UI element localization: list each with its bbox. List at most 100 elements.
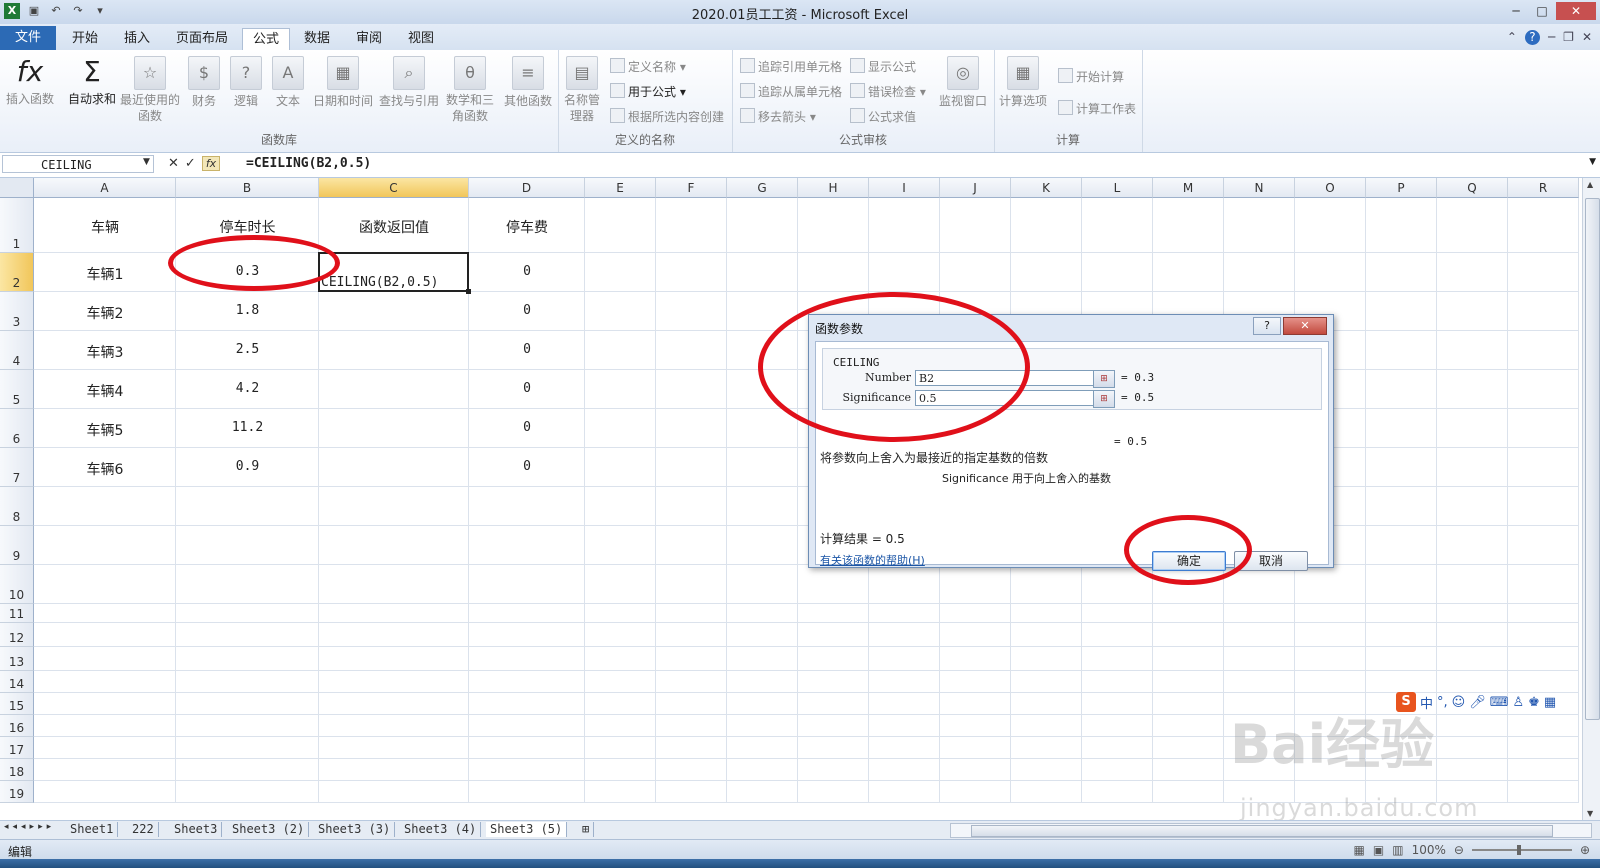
column-header[interactable]: M <box>1153 178 1224 198</box>
insert-function-fx-icon[interactable]: fx <box>201 156 221 171</box>
row-header[interactable]: 13 <box>0 647 34 671</box>
vehicle-cell[interactable]: 车辆2 <box>34 303 176 323</box>
sheet-tab[interactable]: 222 <box>128 822 159 837</box>
tab-formulas[interactable]: 公式 <box>242 28 290 51</box>
duration-cell[interactable]: 2.5 <box>176 342 319 357</box>
zoom-slider[interactable] <box>1471 845 1572 855</box>
header-cell[interactable]: 停车费 <box>469 217 585 237</box>
column-header[interactable]: G <box>727 178 798 198</box>
column-header[interactable]: B <box>176 178 319 198</box>
row-header[interactable]: 5 <box>0 370 34 409</box>
evaluate-formula-button[interactable]: 公式求值 <box>850 108 916 125</box>
vertical-scrollbar[interactable]: ▲ ▼ <box>1582 178 1600 820</box>
row-header[interactable]: 12 <box>0 623 34 647</box>
column-header[interactable]: A <box>34 178 176 198</box>
sheet-tab[interactable]: Sheet3 (4) <box>400 822 482 837</box>
row-header[interactable]: 18 <box>0 759 34 781</box>
row-header[interactable]: 16 <box>0 715 34 737</box>
remove-arrows-button[interactable]: 移去箭头 ▾ <box>740 108 816 125</box>
column-header[interactable]: D <box>469 178 585 198</box>
tab-review[interactable]: 审阅 <box>346 28 392 50</box>
header-cell[interactable]: 函数返回值 <box>319 217 469 237</box>
significance-input[interactable]: 0.5 <box>915 390 1109 406</box>
column-header[interactable]: K <box>1011 178 1082 198</box>
close-icon[interactable]: ✕ <box>1556 2 1596 20</box>
expand-formula-bar-icon[interactable]: ▼ <box>1589 157 1596 167</box>
dialog-help-icon[interactable]: ? <box>1253 317 1281 335</box>
skin-icon[interactable]: ♚ <box>1528 695 1540 710</box>
use-in-formula-button[interactable]: 用于公式 ▾ <box>610 83 686 100</box>
function-help-link[interactable]: 有关该函数的帮助(H) <box>820 552 925 568</box>
minimize-icon[interactable]: ─ <box>1504 2 1528 20</box>
tab-home[interactable]: 开始 <box>62 28 108 50</box>
row-header[interactable]: 19 <box>0 781 34 803</box>
financial-button[interactable]: $ 财务 <box>186 56 222 109</box>
watch-window-button[interactable]: ◎ 监视窗口 <box>936 56 990 109</box>
select-all-corner[interactable] <box>0 178 34 198</box>
calculation-options-button[interactable]: ▦ 计算选项 <box>998 56 1048 109</box>
sheet-tab[interactable]: Sheet3 (3) <box>314 822 396 837</box>
trace-precedents-button[interactable]: 追踪引用单元格 <box>740 58 842 75</box>
recently-used-button[interactable]: ☆ 最近使用的函数 <box>120 56 180 124</box>
zoom-out-icon[interactable]: ⊖ <box>1454 843 1464 857</box>
page-break-view-icon[interactable]: ▥ <box>1392 843 1403 857</box>
date-time-button[interactable]: ▦ 日期和时间 <box>310 56 376 109</box>
vertical-scroll-thumb[interactable] <box>1585 198 1600 720</box>
fee-cell[interactable]: 0 <box>469 264 585 279</box>
user-icon[interactable]: ♙ <box>1513 695 1525 710</box>
collapse-dialog-icon[interactable]: ⊞ <box>1093 390 1115 408</box>
column-header[interactable]: N <box>1224 178 1295 198</box>
duration-cell[interactable]: 11.2 <box>176 420 319 435</box>
row-header[interactable]: 9 <box>0 526 34 565</box>
column-header[interactable]: F <box>656 178 727 198</box>
duration-cell[interactable]: 0.9 <box>176 459 319 474</box>
collapse-dialog-icon[interactable]: ⊞ <box>1093 370 1115 388</box>
column-header[interactable]: R <box>1508 178 1579 198</box>
row-header[interactable]: 2 <box>0 253 34 292</box>
dialog-close-icon[interactable]: ✕ <box>1283 317 1327 335</box>
vehicle-cell[interactable]: 车辆6 <box>34 459 176 479</box>
calculate-now-button[interactable]: 开始计算 <box>1058 68 1124 85</box>
zoom-in-icon[interactable]: ⊕ <box>1580 843 1590 857</box>
punctuation-icon[interactable]: °, <box>1437 695 1448 710</box>
column-header[interactable]: L <box>1082 178 1153 198</box>
duration-cell[interactable]: 0.3 <box>176 264 319 279</box>
min-workbook-icon[interactable]: ─ <box>1548 30 1555 45</box>
column-header[interactable]: E <box>585 178 656 198</box>
row-header[interactable]: 1 <box>0 198 34 253</box>
scroll-down-icon[interactable]: ▼ <box>1587 809 1593 818</box>
restore-workbook-icon[interactable]: ❐ <box>1563 30 1574 45</box>
row-header[interactable]: 3 <box>0 292 34 331</box>
error-checking-button[interactable]: 错误检查 ▾ <box>850 83 926 100</box>
number-input[interactable]: B2 <box>915 370 1109 386</box>
fee-cell[interactable]: 0 <box>469 420 585 435</box>
sheet-tab[interactable]: Sheet3 (2) <box>228 822 310 837</box>
row-header[interactable]: 7 <box>0 448 34 487</box>
row-header[interactable]: 6 <box>0 409 34 448</box>
formula-input[interactable]: =CEILING(B2,0.5) <box>246 156 371 171</box>
fee-cell[interactable]: 0 <box>469 459 585 474</box>
zoom-level[interactable]: 100% <box>1412 843 1446 857</box>
page-layout-view-icon[interactable]: ▣ <box>1373 843 1384 857</box>
sheet-tab[interactable]: Sheet1 <box>66 822 119 837</box>
tab-insert[interactable]: 插入 <box>114 28 160 50</box>
name-manager-button[interactable]: ▤ 名称管理器 <box>562 56 602 124</box>
column-header[interactable]: O <box>1295 178 1366 198</box>
fee-cell[interactable]: 0 <box>469 303 585 318</box>
logical-button[interactable]: ? 逻辑 <box>228 56 264 109</box>
scroll-up-icon[interactable]: ▲ <box>1587 180 1593 189</box>
collapse-ribbon-icon[interactable]: ⌃ <box>1507 30 1517 45</box>
grid-menu-icon[interactable]: ▦ <box>1544 695 1556 710</box>
column-header[interactable]: P <box>1366 178 1437 198</box>
trace-dependents-button[interactable]: 追踪从属单元格 <box>740 83 842 100</box>
tab-view[interactable]: 视图 <box>398 28 444 50</box>
vehicle-cell[interactable]: 车辆4 <box>34 381 176 401</box>
keyboard-icon[interactable]: ⌨ <box>1490 695 1509 710</box>
row-header[interactable]: 17 <box>0 737 34 759</box>
sheet-tab[interactable]: Sheet3 <box>170 822 223 837</box>
vehicle-cell[interactable]: 车辆3 <box>34 342 176 362</box>
more-functions-button[interactable]: ≡ 其他函数 <box>502 56 554 109</box>
sheet-tab[interactable]: Sheet3 (5) <box>486 822 568 837</box>
column-header[interactable]: C <box>319 178 469 198</box>
normal-view-icon[interactable]: ▦ <box>1354 843 1365 857</box>
